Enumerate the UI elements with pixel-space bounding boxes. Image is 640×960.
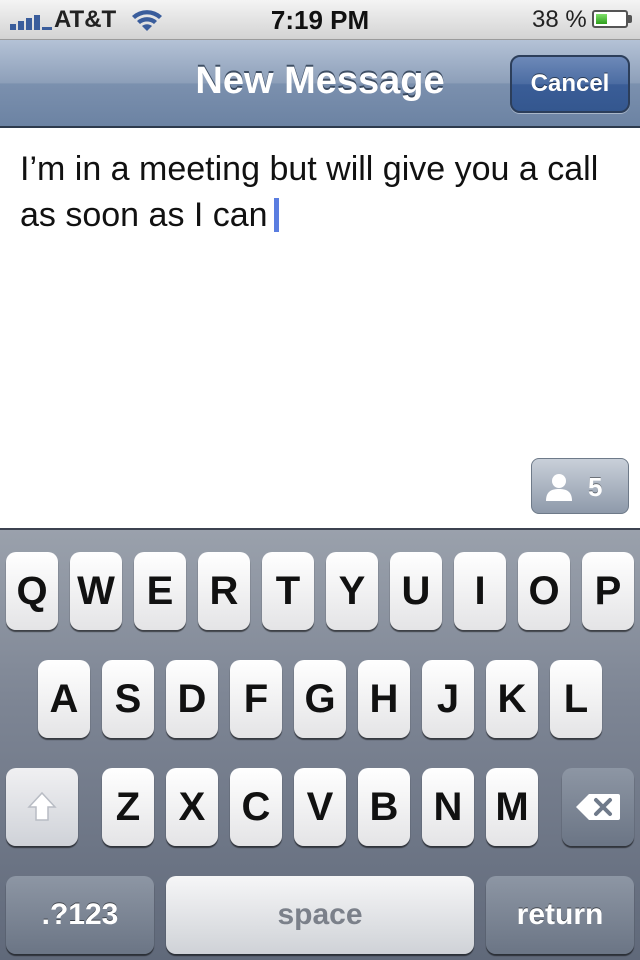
key-o[interactable]: O: [518, 552, 570, 630]
key-m[interactable]: M: [486, 768, 538, 846]
battery-terminal: [628, 15, 632, 23]
key-v[interactable]: V: [294, 768, 346, 846]
message-text-field[interactable]: I’m in a meeting but will give you a cal…: [20, 146, 610, 238]
navigation-bar: New Message Cancel: [0, 40, 640, 128]
key-t[interactable]: T: [262, 552, 314, 630]
text-cursor: [273, 198, 279, 232]
key-h[interactable]: H: [358, 660, 410, 738]
numbers-key[interactable]: .?123: [6, 876, 154, 954]
key-s[interactable]: S: [102, 660, 154, 738]
shift-arrow-icon: [27, 791, 57, 821]
key-w[interactable]: W: [70, 552, 122, 630]
space-key[interactable]: space: [166, 876, 474, 954]
key-y[interactable]: Y: [326, 552, 378, 630]
cancel-button[interactable]: Cancel: [510, 55, 630, 113]
key-d[interactable]: D: [166, 660, 218, 738]
key-r[interactable]: R: [198, 552, 250, 630]
delete-key[interactable]: [562, 768, 634, 846]
keyboard: Q W E R T Y U I O P A S D F G H J K L Z …: [0, 528, 640, 960]
recipients-count: 5: [588, 472, 603, 502]
key-z[interactable]: Z: [102, 768, 154, 846]
backspace-icon: [576, 794, 620, 820]
message-text: I’m in a meeting but will give you a cal…: [20, 150, 608, 234]
key-n[interactable]: N: [422, 768, 474, 846]
key-c[interactable]: C: [230, 768, 282, 846]
return-key[interactable]: return: [486, 876, 634, 954]
key-p[interactable]: P: [582, 552, 634, 630]
key-k[interactable]: K: [486, 660, 538, 738]
recipients-button[interactable]: 5: [531, 458, 629, 514]
key-i[interactable]: I: [454, 552, 506, 630]
key-g[interactable]: G: [294, 660, 346, 738]
key-x[interactable]: X: [166, 768, 218, 846]
status-bar: AT&T 7:19 PM 38 %: [0, 0, 640, 40]
shift-key[interactable]: [6, 768, 78, 846]
battery-percentage: 38 %: [532, 6, 587, 33]
key-u[interactable]: U: [390, 552, 442, 630]
key-f[interactable]: F: [230, 660, 282, 738]
key-q[interactable]: Q: [6, 552, 58, 630]
message-compose-area[interactable]: I’m in a meeting but will give you a cal…: [0, 128, 640, 528]
key-e[interactable]: E: [134, 552, 186, 630]
iphone-screen: AT&T 7:19 PM 38 % New Message Cancel I’m…: [0, 0, 640, 960]
battery-level-fill: [596, 14, 607, 24]
key-a[interactable]: A: [38, 660, 90, 738]
key-b[interactable]: B: [358, 768, 410, 846]
person-icon: [546, 474, 572, 501]
key-j[interactable]: J: [422, 660, 474, 738]
battery-icon: [592, 10, 628, 28]
key-l[interactable]: L: [550, 660, 602, 738]
